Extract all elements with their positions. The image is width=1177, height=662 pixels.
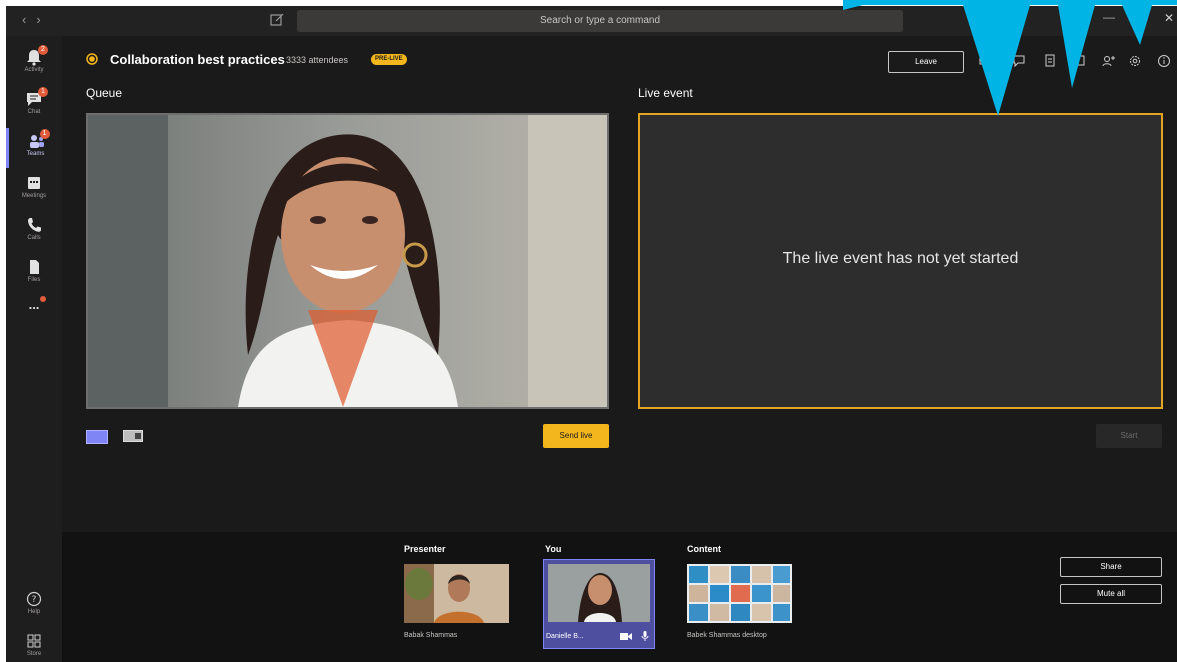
queue-label: Queue [86, 86, 123, 100]
file-icon [24, 258, 44, 276]
teams-badge: 1 [39, 129, 50, 139]
screen-icon[interactable] [979, 54, 993, 68]
rail-label: Activity [24, 67, 44, 73]
presenter-name: Babak Shammas [404, 632, 458, 639]
more-icon: ... [24, 296, 46, 316]
close-icon[interactable]: ✕ [1164, 11, 1174, 25]
rail-label: Teams [26, 151, 45, 157]
title-bar: ‹› Search or type a command — ✕ [6, 6, 1177, 36]
camera-icon[interactable] [620, 632, 632, 641]
activity-badge: 2 [38, 45, 48, 55]
help-glyph: ? [32, 595, 37, 605]
presenter-video-frame [88, 115, 607, 407]
teams-icon: 1 [26, 129, 50, 150]
single-layout-icon[interactable] [86, 430, 108, 444]
bell-icon: 2 [24, 45, 48, 66]
back-arrow-icon[interactable]: ‹ [22, 12, 36, 27]
send-live-button[interactable]: Send live [543, 424, 609, 448]
live-event-label: Live event [638, 86, 693, 100]
content-label: Content [687, 544, 721, 554]
chat-badge: 1 [38, 87, 48, 97]
rail-label: Store [26, 651, 42, 657]
calendar-icon [24, 174, 44, 192]
history-nav: ‹› [22, 12, 51, 27]
rail-item-calls[interactable]: Calls [6, 212, 62, 252]
attendee-count: 3333 attendees [286, 55, 349, 65]
rail-item-more[interactable]: ... [6, 294, 62, 334]
rail-item-files[interactable]: Files [6, 254, 62, 294]
notes-icon[interactable] [1043, 54, 1057, 68]
phone-icon [24, 216, 44, 234]
you-label: You [545, 544, 562, 554]
settings-gear-icon[interactable] [1128, 54, 1142, 68]
rail-item-store[interactable]: Store [6, 628, 62, 662]
microphone-icon[interactable] [641, 631, 649, 641]
rail-label: Files [27, 277, 41, 283]
forward-arrow-icon[interactable]: › [36, 12, 50, 27]
info-icon[interactable] [1157, 54, 1171, 68]
content-name: Babek Shammas desktop [687, 632, 767, 639]
rail-item-teams[interactable]: 1 Teams [6, 128, 62, 168]
share-button[interactable]: Share [1060, 557, 1162, 577]
store-icon [24, 632, 44, 650]
live-event-preview: The live event has not yet started [638, 113, 1163, 409]
content-thumbnail[interactable] [687, 564, 792, 623]
qna-icon[interactable] [1073, 54, 1087, 68]
more-dot-badge [40, 296, 46, 302]
chat-icon: 1 [24, 87, 48, 108]
leave-button[interactable]: Leave [888, 51, 964, 73]
rail-item-chat[interactable]: 1 Chat [6, 86, 62, 126]
side-by-side-layout-icon[interactable] [123, 430, 143, 442]
rail-label: Help [27, 609, 41, 615]
start-button[interactable]: Start [1096, 424, 1162, 448]
event-title: Collaboration best practices [110, 52, 285, 67]
search-input[interactable]: Search or type a command [297, 10, 903, 32]
live-status-icon [86, 53, 98, 65]
rail-item-meetings[interactable]: Meetings [6, 170, 62, 210]
rail-item-activity[interactable]: 2 Activity [6, 44, 62, 84]
chat-bubble-icon[interactable] [1012, 54, 1026, 68]
you-card[interactable]: Danielle B... [543, 559, 655, 649]
rail-label: Calls [27, 235, 41, 241]
teams-window: ‹› Search or type a command — ✕ 2 Activi… [6, 6, 1177, 662]
live-event-message: The live event has not yet started [782, 250, 1019, 267]
you-thumbnail [548, 564, 650, 622]
presenter-label: Presenter [404, 544, 446, 554]
help-icon: ? [24, 590, 44, 608]
rail-item-help[interactable]: ? Help [6, 586, 62, 626]
rail-label: Meetings [21, 193, 47, 199]
app-rail: 2 Activity 1 Chat 1 Teams Meetings Calls… [6, 36, 62, 662]
mute-all-button[interactable]: Mute all [1060, 584, 1162, 604]
add-people-icon[interactable] [1102, 54, 1116, 68]
more-glyph: ... [28, 297, 40, 312]
queue-video[interactable] [86, 113, 609, 409]
presenter-thumbnail[interactable] [404, 564, 509, 623]
minimize-icon[interactable]: — [1103, 10, 1115, 24]
rail-label: Chat [27, 109, 41, 115]
compose-icon[interactable] [268, 11, 286, 29]
status-badge: PRE-LIVE [371, 54, 407, 65]
you-name: Danielle B... [546, 633, 584, 640]
